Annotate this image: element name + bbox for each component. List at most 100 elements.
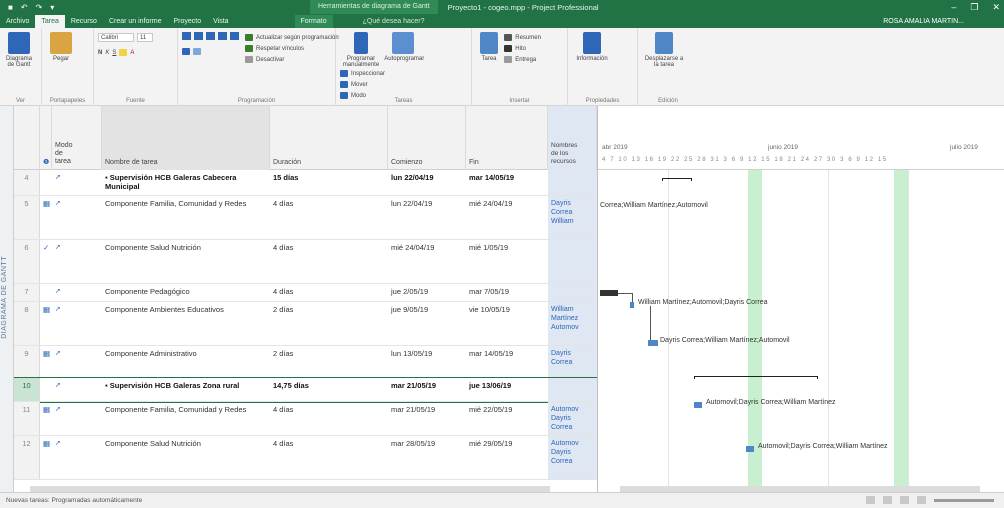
team-planner-icon[interactable] [900, 496, 909, 504]
task-mode-icon[interactable]: ➚ [52, 240, 102, 283]
task-bar[interactable] [694, 402, 702, 408]
finish-cell[interactable]: mar 7/05/19 [466, 284, 548, 301]
summary-bar[interactable] [694, 376, 818, 379]
information-button[interactable]: Información [572, 32, 612, 62]
bold-icon[interactable]: N [98, 50, 102, 56]
duration-cell[interactable]: 4 días [270, 240, 388, 283]
resource-cell[interactable]: Automov Dayris Correa [548, 402, 597, 435]
task-button[interactable]: Tarea [476, 32, 502, 62]
task-bar[interactable] [630, 302, 634, 308]
duration-cell[interactable]: 2 días [270, 302, 388, 345]
table-row[interactable]: 6 ✓ ➚ Componente Salud Nutrición 4 días mié 2… [14, 240, 597, 284]
link-icon[interactable] [193, 48, 201, 55]
font-size-box[interactable]: 11 [137, 33, 153, 42]
task-mode-icon[interactable]: ➚ [52, 284, 102, 301]
deliverable-button[interactable]: Entrega [504, 54, 541, 65]
start-cell[interactable]: lun 13/05/19 [388, 346, 466, 377]
task-mode-icon[interactable]: ➚ [52, 302, 102, 345]
task-name-cell[interactable]: Componente Administrativo [102, 346, 270, 377]
duration-cell[interactable]: 4 días [270, 402, 388, 435]
row-indicator[interactable]: ▦ [40, 346, 52, 377]
row-number[interactable]: 5 [14, 196, 40, 239]
tell-me-search[interactable]: ¿Qué desea hacer? [363, 15, 425, 28]
task-mode-icon[interactable]: ➚ [52, 170, 102, 195]
duration-cell[interactable]: 15 días [270, 170, 388, 195]
duration-header[interactable]: Duración [270, 106, 388, 170]
start-cell[interactable]: lun 22/04/19 [388, 170, 466, 195]
duration-cell[interactable]: 4 días [270, 284, 388, 301]
finish-cell[interactable]: mié 1/05/19 [466, 240, 548, 283]
resource-cell[interactable]: William Martínez Automov [548, 302, 597, 345]
indicators-header[interactable]: ❶ [40, 106, 52, 170]
table-row[interactable]: 9 ▦ ➚ Componente Administrativo 2 días lun 13… [14, 346, 597, 378]
row-number[interactable]: 10 [14, 378, 40, 401]
row-number[interactable]: 6 [14, 240, 40, 283]
percent-complete-buttons[interactable] [182, 32, 239, 40]
task-bar[interactable] [600, 290, 618, 296]
task-bar[interactable] [746, 446, 754, 452]
update-as-scheduled-button[interactable]: Actualizar según programación [245, 32, 339, 43]
task-name-cell[interactable]: Componente Pedagógico [102, 284, 270, 301]
scroll-to-task-button[interactable]: Desplazarse a la tarea [642, 32, 686, 68]
minimize-button[interactable]: – [951, 0, 956, 14]
table-row[interactable]: 12 ▦ ➚ Componente Salud Nutrición 4 días mar … [14, 436, 597, 480]
resource-names-header[interactable]: Nombres de los recursos [548, 106, 597, 170]
resource-cell[interactable] [548, 378, 597, 401]
manual-schedule-button[interactable]: Programar manualmente [340, 32, 382, 68]
row-number[interactable]: 9 [14, 346, 40, 377]
row-number[interactable]: 8 [14, 302, 40, 345]
row-number[interactable]: 7 [14, 284, 40, 301]
row-indicator[interactable] [40, 378, 52, 401]
resource-cell[interactable] [548, 284, 597, 301]
underline-icon[interactable]: S [112, 50, 116, 56]
task-name-cell[interactable]: Componente Salud Nutrición [102, 436, 270, 479]
finish-header[interactable]: Fin [466, 106, 548, 170]
task-mode-header[interactable]: Modo de tarea [52, 106, 102, 170]
row-indicator[interactable]: ▦ [40, 402, 52, 435]
start-cell[interactable]: jue 9/05/19 [388, 302, 466, 345]
row-indicator[interactable]: ▦ [40, 302, 52, 345]
duration-cell[interactable]: 4 días [270, 196, 388, 239]
close-button[interactable]: ✕ [992, 0, 1000, 14]
respect-links-button[interactable]: Respetar vínculos [245, 43, 339, 54]
resource-cell[interactable]: Dayris Correa [548, 346, 597, 377]
table-row[interactable]: 4 ➚ ▪ Supervisión HCB Galeras Cabecera Mun… [14, 170, 597, 196]
tab-tarea[interactable]: Tarea [35, 15, 65, 28]
auto-schedule-button[interactable]: Autoprogramar [384, 32, 424, 62]
row-number-header[interactable] [14, 106, 40, 170]
task-name-cell[interactable]: Componente Ambientes Educativos [102, 302, 270, 345]
inactivate-button[interactable]: Desactivar [245, 54, 339, 65]
duration-cell[interactable]: 4 días [270, 436, 388, 479]
tab-archivo[interactable]: Archivo [0, 15, 35, 28]
zoom-slider[interactable] [934, 498, 994, 502]
gantt-view-icon[interactable] [866, 496, 875, 504]
row-number[interactable]: 4 [14, 170, 40, 195]
task-mode-icon[interactable]: ➚ [52, 436, 102, 479]
tab-proyecto[interactable]: Proyecto [167, 15, 207, 28]
row-indicator[interactable]: ✓ [40, 240, 52, 283]
summary-bar[interactable] [662, 178, 692, 181]
task-mode-icon[interactable]: ➚ [52, 346, 102, 377]
start-cell[interactable]: lun 22/04/19 [388, 196, 466, 239]
task-name-cell[interactable]: ▪ Supervisión HCB Galeras Cabecera Munic… [102, 170, 270, 195]
italic-icon[interactable]: K [105, 50, 109, 56]
task-mode-icon[interactable]: ➚ [52, 378, 102, 401]
save-icon[interactable]: ■ [8, 3, 13, 12]
highlight-icon[interactable] [119, 49, 128, 56]
tab-recurso[interactable]: Recurso [65, 15, 103, 28]
task-usage-icon[interactable] [883, 496, 892, 504]
font-name-box[interactable]: Calibri [98, 33, 134, 42]
task-name-cell[interactable]: Componente Salud Nutrición [102, 240, 270, 283]
gantt-chart-button[interactable]: Diagrama de Gantt [4, 32, 34, 68]
row-indicator[interactable]: ▦ [40, 196, 52, 239]
tab-formato[interactable]: Formato [294, 15, 333, 28]
table-row[interactable]: 5 ▦ ➚ Componente Familia, Comunidad y Redes… [14, 196, 597, 240]
font-color-icon[interactable]: A [130, 50, 134, 56]
start-cell[interactable]: mié 24/04/19 [388, 240, 466, 283]
start-cell[interactable]: mar 21/05/19 [388, 378, 466, 401]
duration-cell[interactable]: 14,75 días [270, 378, 388, 401]
start-cell[interactable]: mar 21/05/19 [388, 402, 466, 435]
duration-cell[interactable]: 2 días [270, 346, 388, 377]
table-row[interactable]: 8 ▦ ➚ Componente Ambientes Educativos 2 días… [14, 302, 597, 346]
customize-qat-icon[interactable]: ▾ [50, 3, 54, 12]
